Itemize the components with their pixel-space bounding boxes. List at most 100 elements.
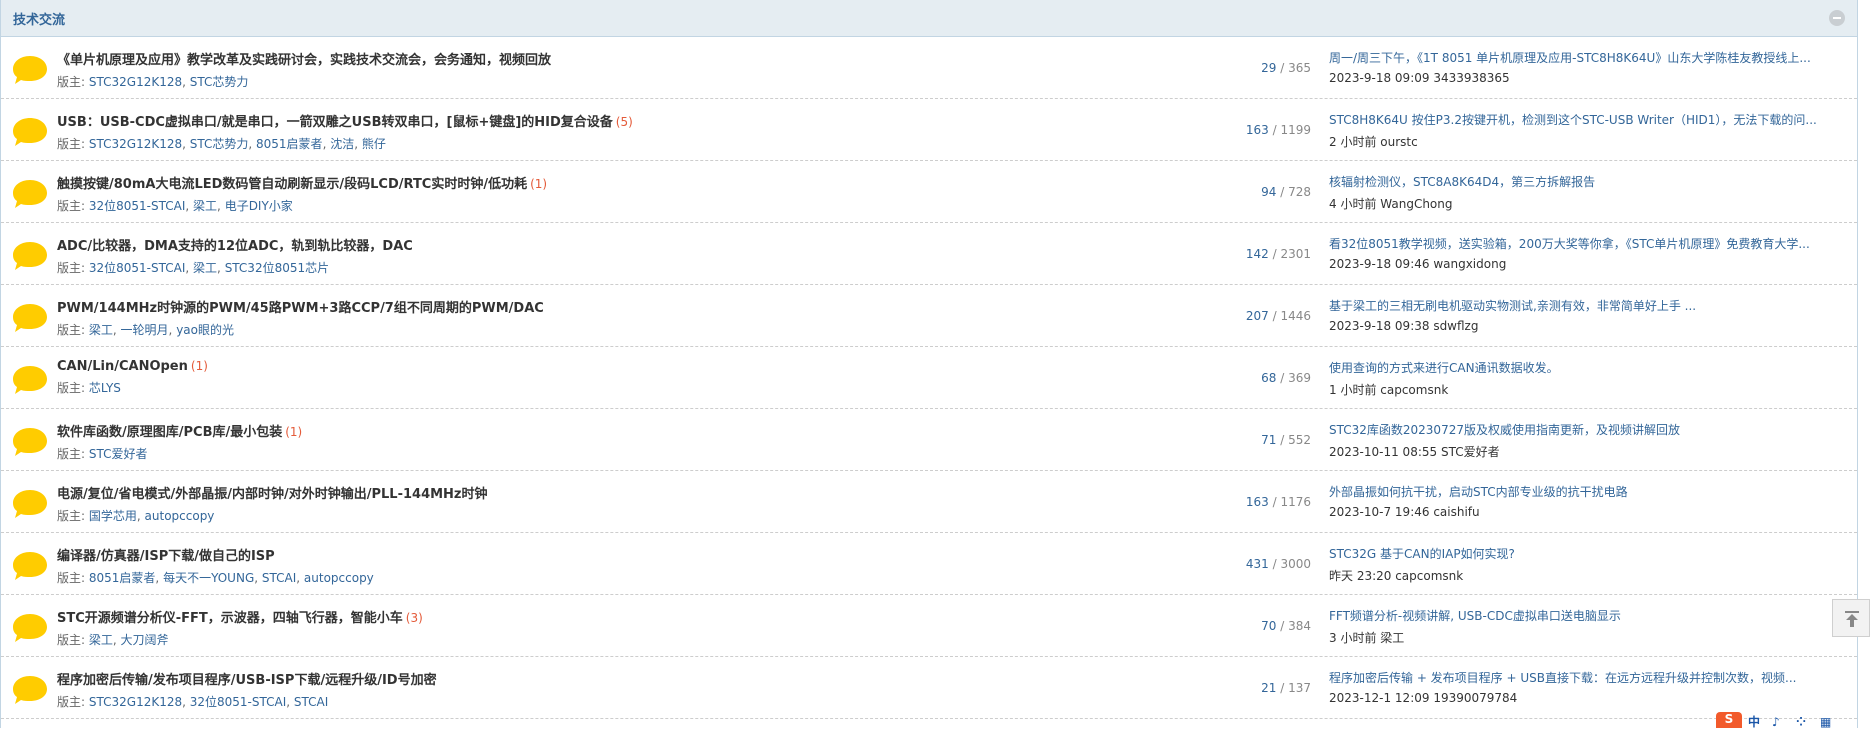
thread-count: 71 [1261, 433, 1277, 447]
forum-bubble-icon[interactable] [12, 302, 48, 334]
last-post-link[interactable]: 外部晶振如何抗干扰，启动STC内部专业级的抗干扰电路 [1329, 483, 1847, 500]
forum-bubble-icon[interactable] [12, 612, 48, 644]
forum-title-link[interactable]: CAN/Lin/CANOpen [57, 359, 188, 374]
last-post-link[interactable]: 看32位8051教学视频，送实验箱，200万大奖等你拿，《STC单片机原理》免费… [1329, 235, 1847, 252]
forum-main: 程序加密后传输/发布项目程序/USB-ISP下载/远程升级/ID号加密 版主: … [57, 669, 440, 710]
forum-row: CAN/Lin/CANOpen (1) 版主: 芯LYS 68 / 369 使用查… [1, 347, 1857, 409]
moderator-separator: , [155, 571, 164, 585]
forum-bubble-icon[interactable] [12, 364, 48, 396]
moderator-link[interactable]: 梁工 [193, 261, 217, 275]
last-post-meta: 2023-9-18 09:46 wangxidong [1329, 257, 1507, 271]
forum-main: ADC/比较器，DMA支持的12位ADC，轨到轨比较器，DAC 版主: 32位8… [57, 235, 416, 276]
forum-bubble-icon[interactable] [12, 178, 48, 210]
forum-title-link[interactable]: 电源/复位/省电模式/外部晶振/内部时钟/对外时钟输出/PLL-144MHz时钟 [57, 487, 488, 502]
thread-count: 431 [1245, 557, 1269, 571]
forum-bubble-icon[interactable] [12, 550, 48, 582]
moderator-link[interactable]: STC32G12K128 [89, 695, 182, 709]
moderator-link[interactable]: STC芯势力 [190, 137, 249, 151]
forum-title-link[interactable]: USB：USB-CDC虚拟串口/就是串口，一箭双雕之USB转双串口，[鼠标+键盘… [57, 115, 613, 130]
moderator-link[interactable]: STCAI [262, 571, 296, 585]
last-post-link[interactable]: 核辐射检测仪，STC8A8K64D4，第三方拆解报告 [1329, 173, 1847, 190]
forum-title-link[interactable]: 程序加密后传输/发布项目程序/USB-ISP下载/远程升级/ID号加密 [57, 673, 437, 688]
forum-title-link[interactable]: 软件库函数/原理图库/PCB库/最小包装 [57, 425, 282, 440]
forum-row: 触摸按键/80mA大电流LED数码管自动刷新显示/段码LCD/RTC实时时钟/低… [1, 161, 1857, 223]
last-post-link[interactable]: STC32G 基于CAN的IAP如何实现? [1329, 545, 1847, 562]
ime-lang-icon[interactable]: 中 [1748, 716, 1766, 728]
forum-title-link[interactable]: STC开源频谱分析仪-FFT，示波器，四轴飞行器，智能小车 [57, 611, 403, 626]
moderator-link[interactable]: STC芯势力 [190, 75, 249, 89]
stat-separator: / [1268, 247, 1281, 261]
forum-main: STC开源频谱分析仪-FFT，示波器，四轴飞行器，智能小车 (3) 版主: 梁工,… [57, 607, 423, 648]
moderator-link[interactable]: 国学芯用 [89, 509, 137, 523]
forum-stats: 163 / 1199 [1001, 99, 1311, 161]
moderator-link[interactable]: autopccopy [145, 509, 215, 523]
moderator-link[interactable]: 大刀阔斧 [121, 633, 169, 647]
moderator-link[interactable]: 梁工 [193, 199, 217, 213]
forum-stats: 70 / 384 [1001, 595, 1311, 657]
moderator-separator: , [185, 261, 194, 275]
forum-bubble-icon[interactable] [12, 426, 48, 458]
moderator-link[interactable]: 梁工 [89, 323, 113, 337]
moderator-link[interactable]: 8051启蒙者 [89, 571, 156, 585]
moderator-link[interactable]: 梁工 [89, 633, 113, 647]
last-post-meta: 2023-10-11 08:55 STC爱好者 [1329, 445, 1500, 459]
moderator-link[interactable]: 一轮明月 [121, 323, 169, 337]
moderator-label: 版主: [57, 261, 86, 275]
forum-bubble-icon[interactable] [12, 674, 48, 706]
last-post-link[interactable]: 使用查询的方式来进行CAN通讯数据收发。 [1329, 359, 1847, 376]
forum-title-link[interactable]: ADC/比较器，DMA支持的12位ADC，轨到轨比较器，DAC [57, 239, 413, 254]
section-title[interactable]: 技术交流 [13, 9, 65, 28]
forum-row: 《单片机原理及应用》教学改革及实践研讨会，实践技术交流会，会务通知，视频回放 版… [1, 37, 1857, 99]
moderator-separator: , [182, 75, 190, 89]
moderator-link[interactable]: 熊仔 [362, 137, 386, 151]
moderator-link[interactable]: 32位8051-STCAI [89, 261, 186, 275]
forum-title-link[interactable]: PWM/144MHz时钟源的PWM/45路PWM+3路CCP/7组不同周期的PW… [57, 301, 544, 316]
moderator-link[interactable]: 沈洁 [330, 137, 354, 151]
last-post-link[interactable]: STC8H8K64U 按住P3.2按键开机，检测到这个STC-USB Write… [1329, 111, 1847, 128]
forum-stats: 207 / 1446 [1001, 285, 1311, 347]
last-post-link[interactable]: 周一/周三下午，《1T 8051 单片机原理及应用-STC8H8K64U》山东大… [1329, 49, 1847, 66]
last-post-link[interactable]: STC32库函数20230727版及权威使用指南更新，及视频讲解回放 [1329, 421, 1847, 438]
post-count: 552 [1288, 433, 1311, 447]
forum-title-link[interactable]: 编译器/仿真器/ISP下载/做自己的ISP [57, 549, 275, 564]
moderator-link[interactable]: autopccopy [304, 571, 374, 585]
moderator-link[interactable]: STC32G12K128 [89, 75, 182, 89]
new-post-count: (1) [190, 359, 208, 373]
ime-voice-icon[interactable]: ♪ [1772, 716, 1790, 728]
moderator-label: 版主: [57, 323, 86, 337]
moderators-line: 版主: STC爱好者 [57, 445, 302, 462]
collapse-icon[interactable] [1829, 10, 1845, 26]
input-method-logo[interactable]: S [1716, 712, 1742, 728]
forum-title-link[interactable]: 触摸按键/80mA大电流LED数码管自动刷新显示/段码LCD/RTC实时时钟/低… [57, 177, 527, 192]
post-count: 728 [1288, 185, 1311, 199]
scroll-to-top-button[interactable] [1832, 599, 1870, 637]
moderator-link[interactable]: 每天不一YOUNG [163, 571, 254, 585]
moderator-link[interactable]: STC爱好者 [89, 447, 148, 461]
moderator-link[interactable]: STC32G12K128 [89, 137, 182, 151]
moderator-link[interactable]: STC32位8051芯片 [225, 261, 329, 275]
forum-bubble-icon[interactable] [12, 240, 48, 272]
moderator-link[interactable]: 8051启蒙者 [256, 137, 323, 151]
last-post-link[interactable]: FFT频谱分析-视频讲解, USB-CDC虚拟串口送电脑显示 [1329, 607, 1847, 624]
moderator-link[interactable]: 电子DIY小家 [225, 199, 293, 213]
moderator-separator: , [112, 323, 121, 337]
moderator-link[interactable]: yao眼的光 [176, 323, 234, 337]
moderator-link[interactable]: 芯LYS [89, 381, 121, 395]
last-post-link[interactable]: 基于梁工的三相无刷电机驱动实物测试,亲测有效，非常简单好上手 ... [1329, 297, 1847, 314]
forum-main: 编译器/仿真器/ISP下载/做自己的ISP 版主: 8051启蒙者, 每天不一Y… [57, 545, 374, 586]
forum-bubble-icon[interactable] [12, 54, 48, 86]
moderator-separator: , [182, 137, 190, 151]
moderator-link[interactable]: 32位8051-STCAI [190, 695, 287, 709]
forum-title-link[interactable]: 《单片机原理及应用》教学改革及实践研讨会，实践技术交流会，会务通知，视频回放 [57, 53, 551, 68]
moderator-link[interactable]: 32位8051-STCAI [89, 199, 186, 213]
moderator-link[interactable]: STCAI [294, 695, 328, 709]
moderators-line: 版主: STC32G12K128, STC芯势力 [57, 73, 554, 90]
last-post-link[interactable]: 程序加密后传输 + 发布项目程序 + USB直接下载：在远方远程升级并控制次数，… [1329, 669, 1847, 686]
forum-bubble-icon[interactable] [12, 488, 48, 520]
ime-punct-icon[interactable]: ⁘ [1796, 716, 1814, 728]
forum-stats: 431 / 3000 [1001, 533, 1311, 595]
moderator-separator: , [217, 261, 225, 275]
ime-keyboard-icon[interactable]: ▦ [1820, 716, 1838, 728]
forum-bubble-icon[interactable] [12, 116, 48, 148]
moderator-label: 版主: [57, 381, 86, 395]
